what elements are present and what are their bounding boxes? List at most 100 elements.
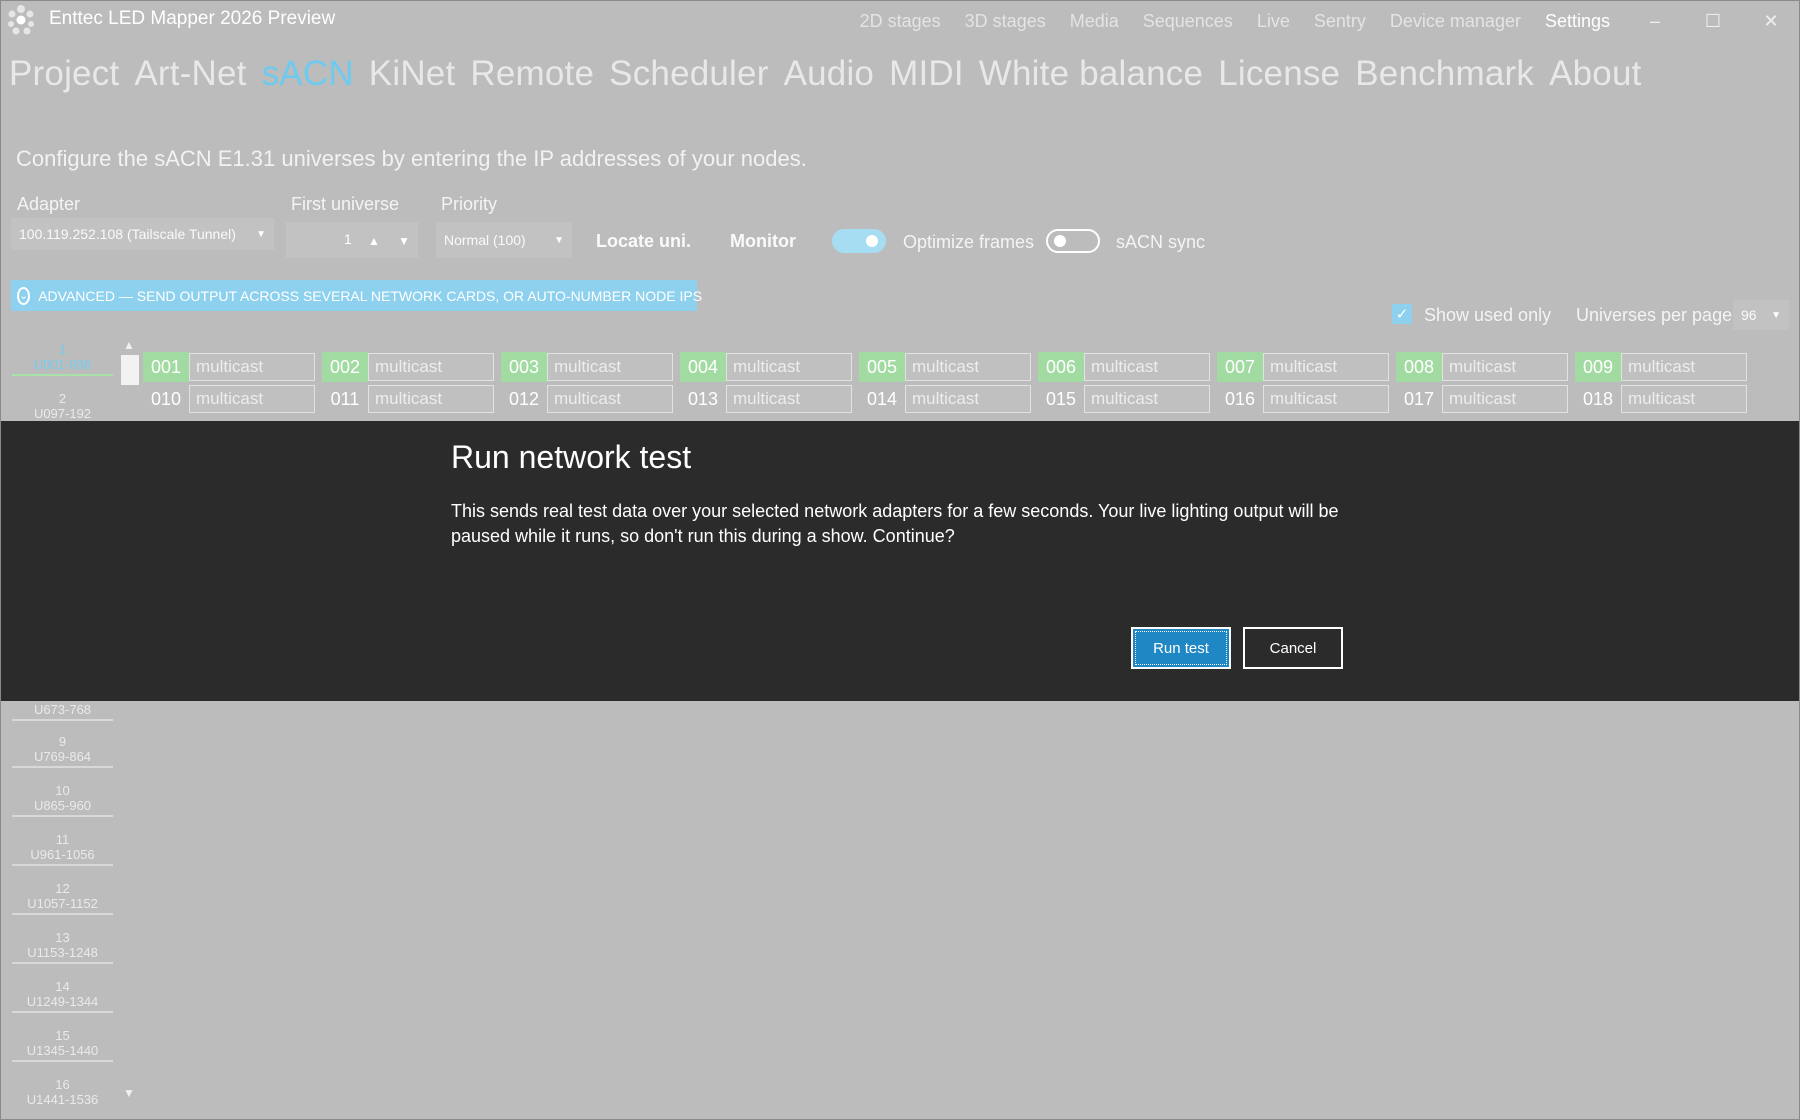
universe-ip-input[interactable]: multicast [189,385,315,413]
universe-ip-input[interactable]: multicast [1084,385,1210,413]
tab-sacn[interactable]: sACN [262,54,354,94]
universe-ip-input[interactable]: multicast [1621,385,1747,413]
nav-settings[interactable]: Settings [1545,11,1610,32]
page-range: U001-096 [33,357,92,372]
show-used-only-checkbox[interactable]: ✓ [1392,304,1412,324]
page-item-10[interactable]: 10 U865-960 [12,783,113,817]
page-item-8[interactable]: U673-768 [12,702,113,721]
page-item-12[interactable]: 12 U1057-1152 [12,881,113,915]
optimize-frames-toggle[interactable] [832,229,886,253]
toggle-knob [1054,235,1066,247]
adapter-label: Adapter [17,194,81,214]
page-item-14[interactable]: 14 U1249-1344 [12,979,113,1013]
universe-ip-input[interactable]: multicast [1084,353,1210,381]
universe-number: 005 [859,352,905,382]
network-test-dialog [0,421,1800,701]
page-number: 2 [58,391,67,406]
universe-ip-input[interactable]: multicast [1621,353,1747,381]
minimize-button[interactable]: – [1626,0,1684,42]
universes-per-page-value: 96 [1741,307,1757,323]
nav-live[interactable]: Live [1257,11,1290,32]
tab-kinet[interactable]: KiNet [369,54,456,94]
universe-number: 012 [508,388,540,409]
page-number: 15 [55,1028,70,1043]
tab-scheduler[interactable]: Scheduler [609,54,768,94]
page-item-16[interactable]: 16 U1441-1536 [12,1077,113,1109]
chevron-down-icon: ▼ [554,234,564,246]
universe-number: 018 [1582,388,1614,409]
page-item-9[interactable]: 9 U769-864 [12,734,113,768]
tab-license[interactable]: License [1218,54,1340,94]
universe-ip-input[interactable]: multicast [547,353,673,381]
universes-per-page-select[interactable]: 96 ▼ [1733,300,1789,330]
page-item-1[interactable]: 1 U001-096 [12,342,113,376]
page-range: U1441-1536 [26,1092,99,1107]
page-item-15[interactable]: 15 U1345-1440 [12,1028,113,1062]
nav-sequences[interactable]: Sequences [1143,11,1233,32]
sacn-sync-toggle[interactable] [1046,229,1100,253]
chevron-down-icon: ▼ [256,228,266,240]
tab-midi[interactable]: MIDI [889,54,964,94]
settings-tabs: Project Art-Net sACN KiNet Remote Schedu… [9,54,1657,94]
show-used-only-label: Show used only [1424,305,1552,325]
tab-project[interactable]: Project [9,54,119,94]
nav-media[interactable]: Media [1070,11,1119,32]
increment-arrow-icon[interactable]: ▲ [368,234,380,248]
monitor-button[interactable]: Monitor [730,231,796,252]
universe-ip-input[interactable]: multicast [726,385,852,413]
universe-ip-input[interactable]: multicast [905,353,1031,381]
scroll-up-arrow-icon[interactable]: ▲ [123,338,135,352]
page-range: U1153-1248 [27,945,98,960]
universe-ip-input[interactable]: multicast [905,385,1031,413]
universe-ip-input[interactable]: multicast [1442,353,1568,381]
page-number: 1 [58,342,67,357]
nav-device-manager[interactable]: Device manager [1390,11,1521,32]
tab-benchmark[interactable]: Benchmark [1355,54,1534,94]
tab-about[interactable]: About [1549,54,1641,94]
universe-ip-input[interactable]: multicast [189,353,315,381]
tab-remote[interactable]: Remote [470,54,594,94]
maximize-button[interactable]: ☐ [1684,0,1742,42]
universe-ip-input[interactable]: multicast [1263,353,1389,381]
first-universe-value: 1 [344,231,352,247]
run-test-button[interactable]: Run test [1131,627,1231,669]
page-number: 12 [55,881,70,896]
universe-ip-input[interactable]: multicast [368,385,494,413]
chevron-down-circle-icon: ⌄ [17,286,31,305]
universe-ip-input[interactable]: multicast [726,353,852,381]
adapter-select[interactable]: 100.119.252.108 (Tailscale Tunnel) ▼ [11,218,274,250]
universe-ip-input[interactable]: multicast [1263,385,1389,413]
tab-art-net[interactable]: Art-Net [134,54,246,94]
page-item-11[interactable]: 11 U961-1056 [12,832,113,866]
scroll-down-arrow-icon[interactable]: ▼ [123,1086,135,1100]
close-button[interactable]: ✕ [1742,0,1800,42]
decrement-arrow-icon[interactable]: ▼ [398,234,410,248]
nav-2d-stages[interactable]: 2D stages [860,11,941,32]
page-item-13[interactable]: 13 U1153-1248 [12,930,113,964]
page-item-2[interactable]: 2 U097-192 [12,391,113,425]
tab-audio[interactable]: Audio [784,54,875,94]
universe-number: 016 [1224,388,1256,409]
first-universe-stepper[interactable]: 1 ▲ ▼ [286,222,418,258]
chevron-down-icon: ▼ [1771,309,1781,321]
universe-number: 001 [143,352,189,382]
universe-ip-input[interactable]: multicast [547,385,673,413]
scrollbar-thumb[interactable] [121,355,139,385]
nav-sentry[interactable]: Sentry [1314,11,1366,32]
universe-number: 014 [866,388,898,409]
page-description: Configure the sACN E1.31 universes by en… [16,146,807,171]
nav-3d-stages[interactable]: 3D stages [965,11,1046,32]
tab-white-balance[interactable]: White balance [979,54,1203,94]
universe-ip-input[interactable]: multicast [1442,385,1568,413]
app-title: Enttec LED Mapper 2026 Preview [49,8,336,29]
first-universe-label: First universe [291,194,400,214]
universe-ip-input[interactable]: multicast [368,353,494,381]
universe-number: 004 [680,352,726,382]
advanced-expander[interactable]: ⌄ ADVANCED — SEND OUTPUT ACROSS SEVERAL … [11,280,702,311]
universes-per-page-label: Universes per page [1576,305,1733,325]
adapter-value: 100.119.252.108 (Tailscale Tunnel) [19,226,236,242]
cancel-button[interactable]: Cancel [1243,627,1343,669]
page-number: 13 [55,930,70,945]
locate-universe-button[interactable]: Locate uni. [596,231,691,252]
priority-select[interactable]: Normal (100) ▼ [436,222,572,258]
